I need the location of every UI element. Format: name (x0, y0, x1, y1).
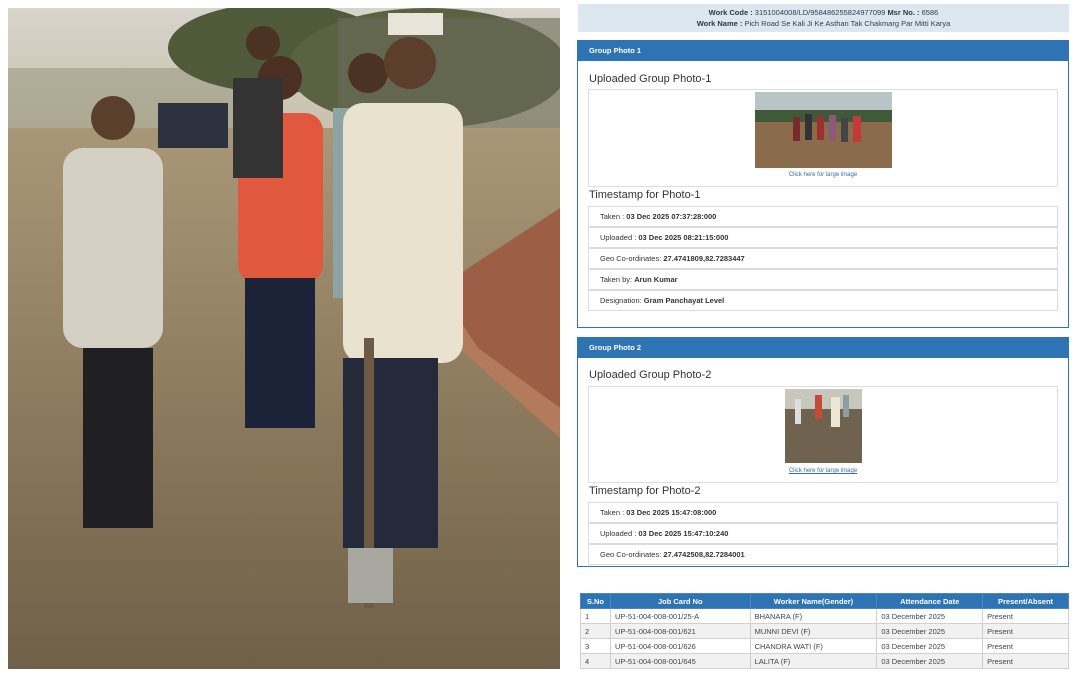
photo-2-uploaded-row: Uploaded : 03 Dec 2025 15:47:10:240 (588, 523, 1058, 544)
screenshot-root: Work Code : 3151004008/LD/95848625582497… (0, 0, 1075, 678)
col-attendance-date: Attendance Date (876, 593, 984, 609)
main-worksite-photo (8, 8, 560, 669)
attendance-header-row: S.No Job Card No Worker Name(Gender) Att… (580, 593, 1069, 609)
photo-2-geo-row: Geo Co-ordinates: 27.4742508,82.7284001 (588, 544, 1058, 565)
uploaded-photo-1-title: Uploaded Group Photo-1 (589, 73, 712, 85)
photo-2-taken-row: Taken : 03 Dec 2025 15:47:08:000 (588, 502, 1058, 523)
photo-1-designation-row: Designation: Gram Panchayat Level (588, 290, 1058, 311)
table-row: 1 UP-51-004-008-001/25-A BHANARA (F) 03 … (580, 608, 1069, 624)
msr-value: 6586 (921, 8, 939, 17)
group-photo-2-card: Group Photo 2 Uploaded Group Photo-2 Cli… (577, 337, 1069, 567)
work-name-value: Pich Road Se Kali Ji Ke Asthan Tak Chakm… (744, 19, 951, 28)
photo-1-taken-row: Taken : 03 Dec 2025 07:37:28:000 (588, 206, 1058, 227)
uploaded-photo-2-title: Uploaded Group Photo-2 (589, 369, 712, 381)
photo-2-box: Click here for large image (588, 386, 1058, 483)
table-row: 2 UP-51-004-008-001/621 MUNNI DEVI (F) 0… (580, 623, 1069, 639)
col-job-card: Job Card No (609, 593, 751, 609)
photo-1-box: Click here for large image (588, 89, 1058, 187)
work-code-value: 3151004008/LD/958486255824977099 (754, 8, 886, 17)
col-present-absent: Present/Absent (982, 593, 1069, 609)
table-row: 4 UP-51-004-008-001/645 LALITA (F) 03 De… (580, 653, 1069, 669)
table-row: 3 UP-51-004-008-001/626 CHANDRA WATI (F)… (580, 638, 1069, 654)
muster-details-panel: Work Code : 3151004008/LD/95848625582497… (576, 0, 1071, 678)
timestamp-photo-1-title: Timestamp for Photo-1 (589, 189, 701, 201)
msr-label: Msr No. : (887, 8, 920, 17)
photo-1-uploaded-row: Uploaded : 03 Dec 2025 08:21:15:000 (588, 227, 1058, 248)
attendance-table: S.No Job Card No Worker Name(Gender) Att… (580, 593, 1069, 669)
work-code-line: Work Code : 3151004008/LD/95848625582497… (578, 7, 1069, 18)
work-name-line: Work Name : Pich Road Se Kali Ji Ke Asth… (578, 18, 1069, 29)
group-photo-1-card: Group Photo 1 Uploaded Group Photo-1 Cli… (577, 40, 1069, 328)
work-info-header: Work Code : 3151004008/LD/95848625582497… (578, 4, 1069, 32)
group-photo-1-thumbnail[interactable] (755, 92, 892, 168)
work-name-label: Work Name : (696, 19, 743, 28)
photo-2-large-image-link[interactable]: Click here for large image (589, 468, 1057, 474)
photo-1-geo-row: Geo Co-ordinates: 27.4741809,82.7283447 (588, 248, 1058, 269)
col-worker-name: Worker Name(Gender) (749, 593, 878, 609)
work-code-label: Work Code : (708, 8, 753, 17)
photo-1-taken-by-row: Taken by: Arun Kumar (588, 269, 1058, 290)
col-sno: S.No (580, 593, 611, 609)
group-photo-2-header: Group Photo 2 (578, 338, 1068, 358)
timestamp-photo-2-title: Timestamp for Photo-2 (589, 485, 701, 497)
photo-1-large-image-link[interactable]: Click here for large image (589, 172, 1057, 178)
group-photo-1-header: Group Photo 1 (578, 41, 1068, 61)
group-photo-2-thumbnail[interactable] (785, 389, 862, 463)
